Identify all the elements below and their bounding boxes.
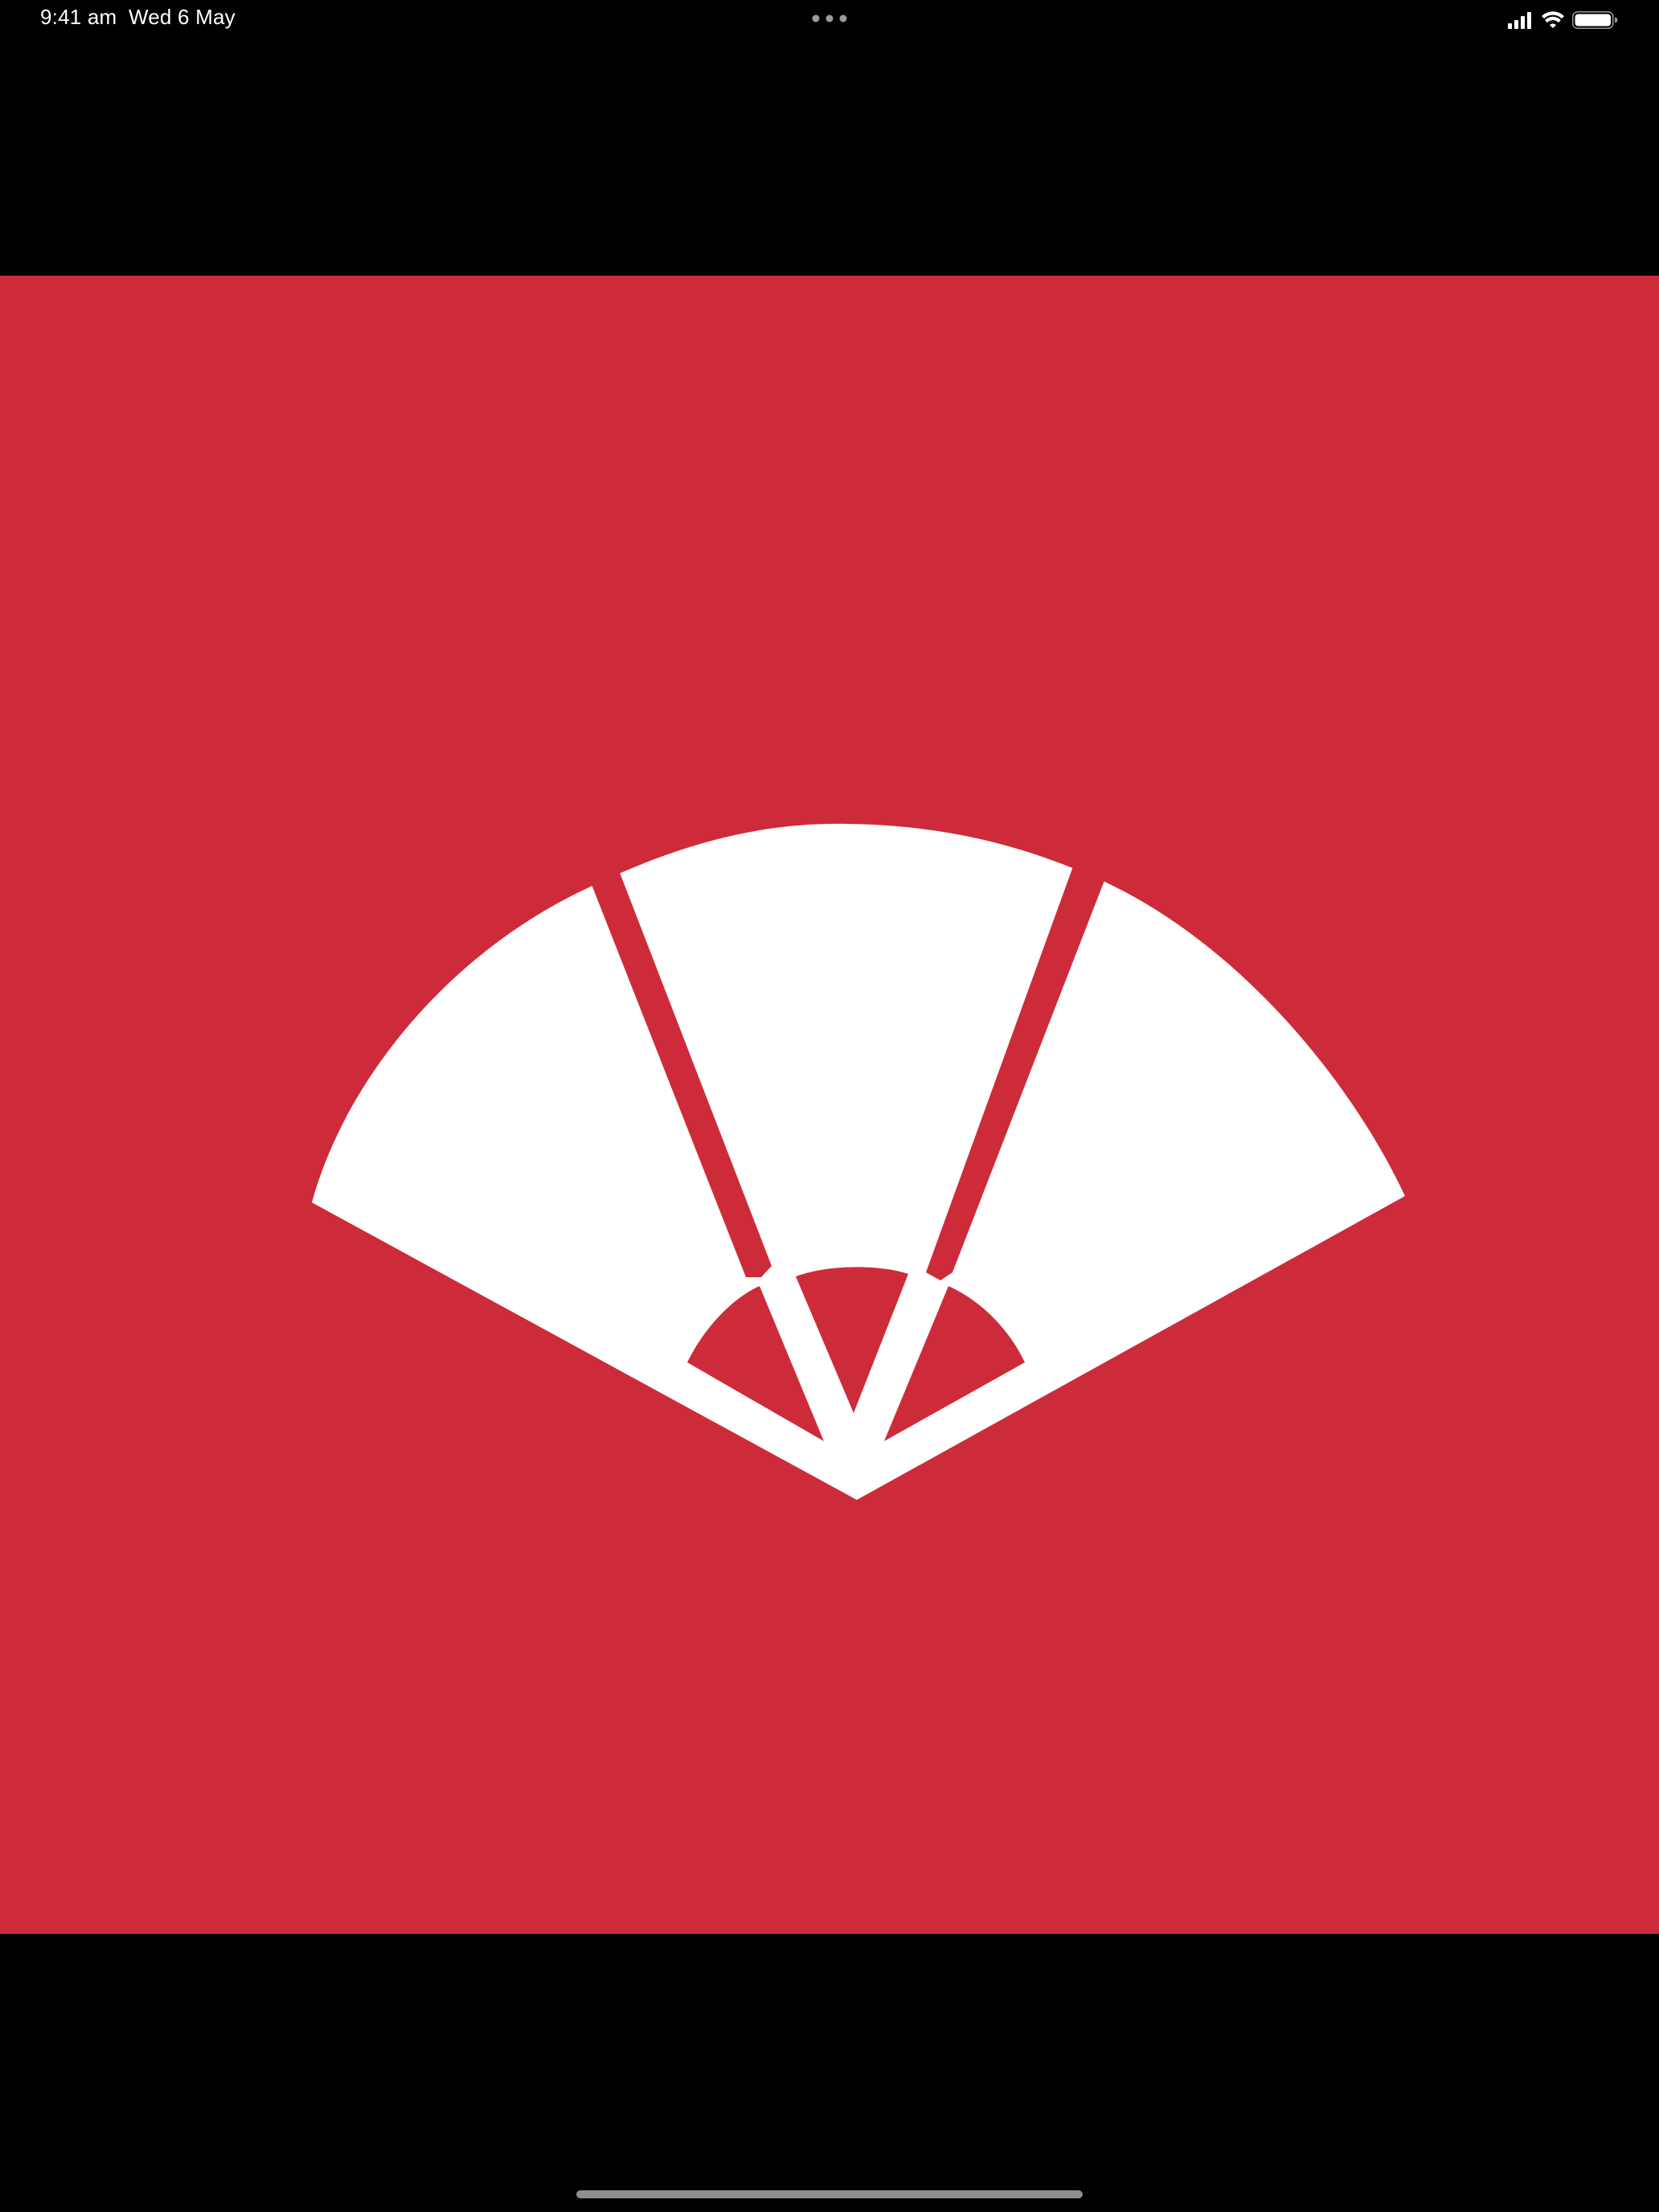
app-canvas	[0, 276, 1659, 1934]
home-indicator[interactable]	[576, 2190, 1083, 2198]
status-icons	[1508, 11, 1618, 29]
status-date: Wed 6 May	[129, 5, 236, 29]
wifi-icon	[1542, 11, 1564, 28]
ellipsis-icon[interactable]	[812, 14, 847, 23]
battery-icon	[1572, 11, 1618, 29]
cellular-signal-icon	[1508, 12, 1531, 29]
status-bar: 9:41 am Wed 6 May	[0, 0, 1659, 39]
status-time: 9:41 am	[40, 5, 117, 29]
